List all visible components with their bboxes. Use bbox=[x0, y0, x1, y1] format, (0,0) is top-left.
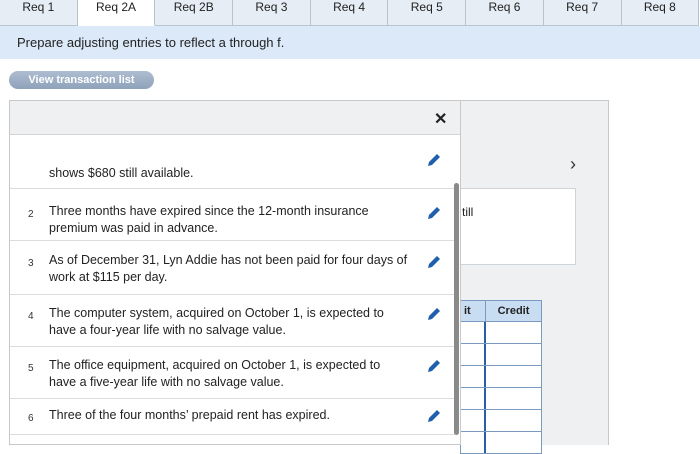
pencil-icon[interactable] bbox=[425, 204, 443, 222]
journal-row bbox=[460, 344, 542, 366]
pencil-icon[interactable] bbox=[425, 357, 443, 375]
next-chevron-icon[interactable]: › bbox=[570, 154, 576, 175]
tab-req-6[interactable]: Req 6 bbox=[466, 0, 544, 26]
scrollbar[interactable] bbox=[454, 183, 459, 435]
tab-req-2a[interactable]: Req 2A bbox=[77, 0, 156, 26]
pencil-icon[interactable] bbox=[425, 151, 443, 169]
list-item: 4 The computer system, acquired on Octob… bbox=[10, 295, 455, 347]
popover-header bbox=[10, 101, 460, 135]
pencil-icon[interactable] bbox=[425, 407, 443, 425]
tab-req-3[interactable]: Req 3 bbox=[233, 0, 311, 26]
transaction-list-popover: ✕ ———— —— ——— —— ——— —————— ————— shows … bbox=[9, 100, 461, 445]
credit-cell[interactable] bbox=[486, 322, 541, 343]
debit-cell[interactable] bbox=[461, 432, 486, 453]
credit-cell[interactable] bbox=[486, 344, 541, 365]
debit-cell[interactable] bbox=[461, 410, 486, 431]
view-transaction-list-button[interactable]: View transaction list bbox=[9, 71, 154, 89]
transaction-list: ———— —— ——— —— ——— —————— ————— shows $6… bbox=[10, 151, 455, 446]
list-item: 2 Three months have expired since the 12… bbox=[10, 195, 455, 241]
pencil-icon[interactable] bbox=[425, 305, 443, 323]
pencil-icon[interactable] bbox=[425, 253, 443, 271]
debit-cell[interactable] bbox=[461, 388, 486, 409]
credit-cell[interactable] bbox=[486, 388, 541, 409]
journal-row bbox=[460, 410, 542, 432]
requirement-tabs: Req 1 Req 2A Req 2B Req 3 Req 4 Req 5 Re… bbox=[0, 0, 700, 26]
credit-header: Credit bbox=[497, 305, 530, 317]
journal-header-row: it Credit bbox=[460, 300, 542, 322]
transaction-text: Three months have expired since the 12-m… bbox=[49, 204, 369, 235]
tab-req-8[interactable]: Req 8 bbox=[621, 0, 700, 26]
transaction-number: 6 bbox=[28, 413, 34, 424]
credit-cell[interactable] bbox=[486, 432, 541, 453]
tab-req-5[interactable]: Req 5 bbox=[388, 0, 467, 26]
journal-row bbox=[460, 322, 542, 344]
clipped-text: ———— —— ——— —— ——— —————— ————— bbox=[49, 151, 389, 158]
transaction-description-box: till bbox=[460, 188, 576, 265]
partial-description-text: till bbox=[462, 205, 474, 219]
list-item: ———— —— ——— —— ——— —————— ————— shows $6… bbox=[10, 151, 455, 189]
journal-entry-table: it Credit bbox=[460, 300, 542, 454]
transaction-text: The computer system, acquired on October… bbox=[49, 306, 384, 337]
popover-caret bbox=[27, 89, 41, 96]
transaction-number: 2 bbox=[28, 209, 34, 220]
debit-cell[interactable] bbox=[461, 322, 486, 343]
journal-row bbox=[460, 388, 542, 410]
journal-row bbox=[460, 366, 542, 388]
credit-cell[interactable] bbox=[486, 366, 541, 387]
transaction-number: 3 bbox=[28, 258, 34, 269]
list-item: 5 The office equipment, acquired on Octo… bbox=[10, 347, 455, 399]
transaction-text: The office equipment, acquired on Octobe… bbox=[49, 358, 381, 389]
debit-cell[interactable] bbox=[461, 366, 486, 387]
list-item: 3 As of December 31, Lyn Addie has not b… bbox=[10, 241, 455, 295]
tab-req-1[interactable]: Req 1 bbox=[0, 0, 78, 26]
debit-header: it bbox=[461, 301, 486, 321]
list-item: 6 Three of the four months’ prepaid rent… bbox=[10, 399, 455, 435]
transaction-number: 5 bbox=[28, 363, 34, 374]
tab-req-4[interactable]: Req 4 bbox=[310, 0, 389, 26]
tab-req-2b[interactable]: Req 2B bbox=[155, 0, 234, 26]
instruction-text: Prepare adjusting entries to reflect a t… bbox=[0, 26, 700, 59]
transaction-text: shows $680 still available. bbox=[49, 166, 194, 180]
transaction-text: Three of the four months’ prepaid rent h… bbox=[49, 408, 330, 422]
transaction-number: 4 bbox=[28, 311, 34, 322]
tab-req-7[interactable]: Req 7 bbox=[543, 0, 622, 26]
transaction-text: As of December 31, Lyn Addie has not bee… bbox=[49, 253, 408, 284]
close-icon[interactable]: ✕ bbox=[434, 109, 447, 129]
debit-cell[interactable] bbox=[461, 344, 486, 365]
credit-cell[interactable] bbox=[486, 410, 541, 431]
